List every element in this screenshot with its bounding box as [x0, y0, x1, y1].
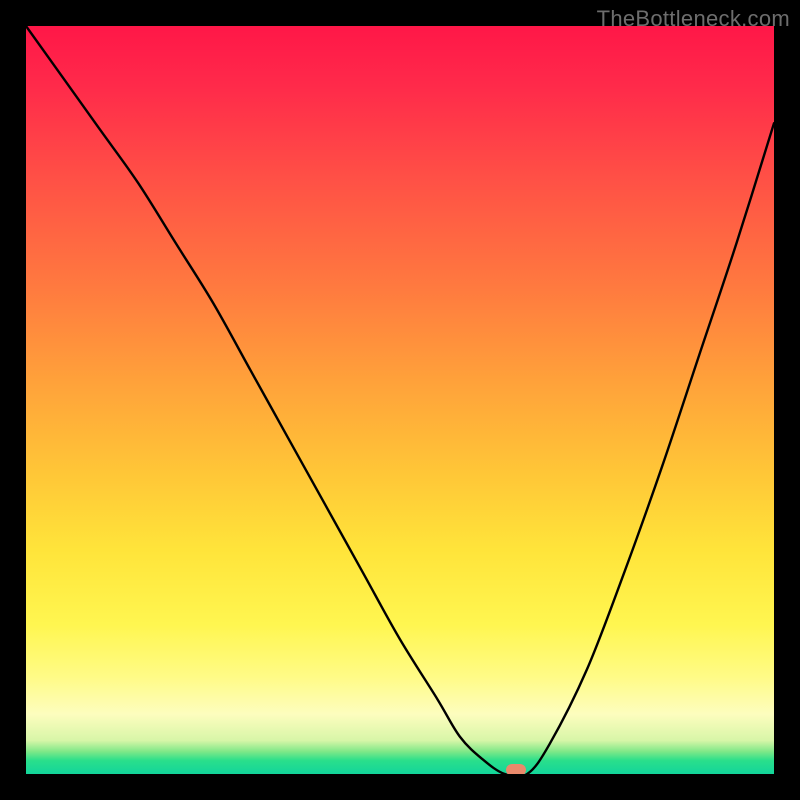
figure-root: TheBottleneck.com	[0, 0, 800, 800]
plot-area	[26, 26, 774, 774]
watermark-text: TheBottleneck.com	[597, 6, 790, 32]
bottleneck-curve	[26, 26, 774, 774]
optimal-marker	[506, 764, 526, 774]
